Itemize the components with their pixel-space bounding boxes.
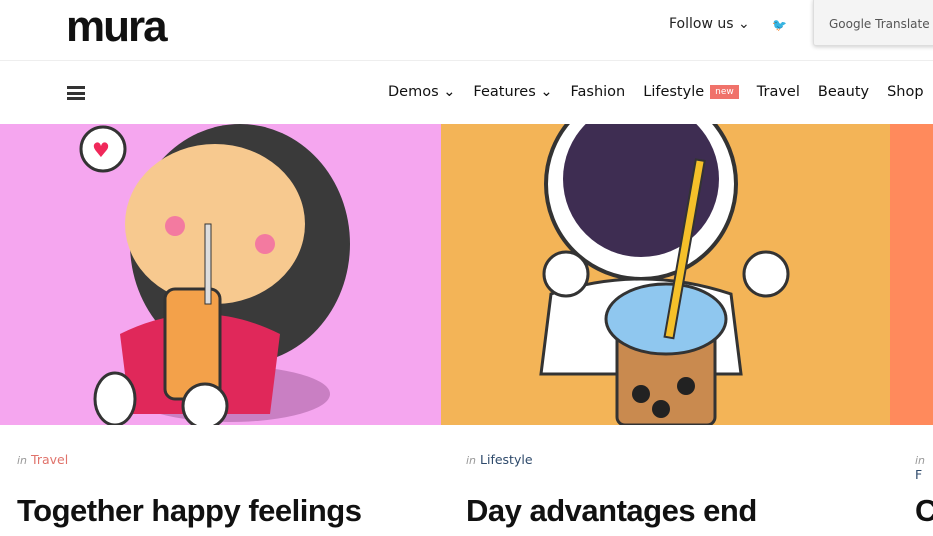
category-link[interactable]: F bbox=[915, 467, 922, 482]
nav-lifestyle[interactable]: Lifestyle new bbox=[643, 84, 739, 100]
post-card[interactable]: in Lifestyle Day advantages end bbox=[441, 124, 890, 536]
nav-fashion[interactable]: Fashion bbox=[571, 84, 626, 100]
top-bar: mura Follow us ⌄ 🐦 Google Translate bbox=[0, 0, 933, 61]
follow-us-dropdown[interactable]: Follow us ⌄ bbox=[669, 16, 750, 32]
post-card[interactable]: in F C bbox=[890, 124, 933, 536]
category-link[interactable]: Travel bbox=[31, 452, 68, 467]
main-nav: Demos ⌄ Features ⌄ Fashion Lifestyle new … bbox=[0, 62, 933, 124]
post-category[interactable]: in Travel bbox=[17, 452, 68, 467]
google-translate-popup[interactable]: Google Translate bbox=[813, 0, 933, 46]
post-image[interactable] bbox=[890, 124, 933, 425]
hamburger-menu-icon[interactable] bbox=[67, 86, 85, 100]
nav-features[interactable]: Features ⌄ bbox=[473, 84, 552, 100]
nav-demos[interactable]: Demos ⌄ bbox=[388, 84, 455, 100]
category-link[interactable]: Lifestyle bbox=[480, 452, 533, 467]
post-title[interactable]: Day advantages end bbox=[466, 491, 757, 531]
post-title[interactable]: Together happy feelings bbox=[17, 491, 362, 531]
post-category[interactable]: in Lifestyle bbox=[466, 452, 533, 467]
svg-text:♥: ♥ bbox=[92, 138, 110, 162]
logo[interactable]: mura bbox=[66, 2, 168, 52]
nav-shop[interactable]: Shop bbox=[887, 84, 923, 100]
in-label: in bbox=[17, 454, 28, 467]
post-image-astronaut-boba[interactable] bbox=[441, 124, 890, 427]
nav-travel[interactable]: Travel bbox=[757, 84, 800, 100]
post-title[interactable]: C bbox=[915, 491, 933, 531]
nav-lifestyle-label: Lifestyle bbox=[643, 84, 705, 100]
twitter-icon[interactable]: 🐦 bbox=[772, 18, 787, 32]
new-badge: new bbox=[710, 85, 739, 99]
post-card[interactable]: ♥ in Travel Together happy feelings bbox=[0, 124, 441, 536]
post-image-girl-drinking-boba[interactable]: ♥ bbox=[0, 124, 441, 430]
in-label: in bbox=[915, 454, 926, 467]
nav-beauty[interactable]: Beauty bbox=[818, 84, 869, 100]
post-category[interactable]: in F bbox=[915, 452, 933, 482]
in-label: in bbox=[466, 454, 477, 467]
